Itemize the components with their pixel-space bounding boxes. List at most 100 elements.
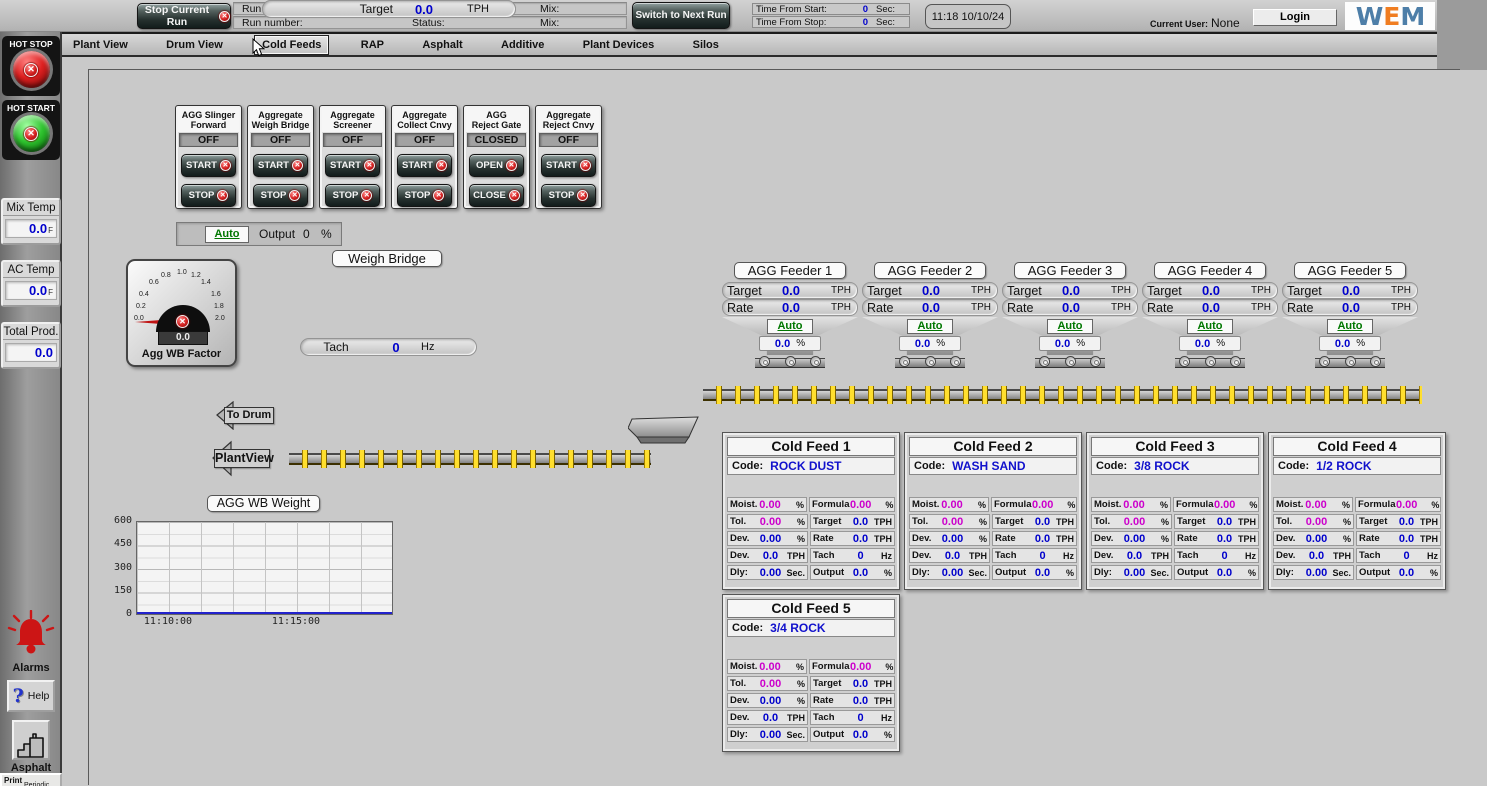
equipment-title: AGG Reject Gate <box>466 108 527 132</box>
mix-label: Mix: <box>540 3 626 15</box>
cold-feed-panel: Cold Feed 2 Code: WASH SAND Moist.0.00% … <box>904 432 1082 590</box>
tab-strip: Plant View Drum View Cold Feeds RAP Asph… <box>62 34 730 55</box>
equipment-panel-row: AGG Slinger Forward OFF START ✕ STOP ✕ A… <box>175 105 602 209</box>
tab[interactable]: Plant Devices <box>576 36 662 54</box>
equipment-stop-button[interactable]: STOP ✕ <box>541 184 596 207</box>
feeder-target-row: Target 0.0 TPH <box>862 282 998 299</box>
print-periodic-report-button[interactable]: Print Periodic Report <box>0 773 62 786</box>
feeder-rate-row: Rate 0.0 TPH <box>1142 299 1278 316</box>
equipment-start-button[interactable]: START ✕ <box>541 154 596 177</box>
equipment-title-line1: Aggregate <box>538 110 599 120</box>
equipment-stop-button[interactable]: STOP ✕ <box>181 184 236 207</box>
equipment-stop-button[interactable]: STOP ✕ <box>325 184 380 207</box>
tab[interactable]: Cold Feeds <box>254 35 329 55</box>
feeder-rate-value: 0.0 <box>909 300 953 315</box>
feeder-target-label: Target <box>1283 284 1329 298</box>
equipment-start-button[interactable]: OPEN ✕ <box>469 154 524 177</box>
main-panel-border-left <box>88 69 89 785</box>
mouse-cursor-icon <box>252 38 265 57</box>
moisture-field: Moist.0.00% <box>1273 497 1353 512</box>
feeder-auto-button[interactable]: Auto <box>767 319 813 334</box>
delay-field: Dly:0.00Sec. <box>1091 565 1172 580</box>
to-drum-link[interactable]: To Drum <box>216 401 272 435</box>
equipment-stop-label: STOP <box>549 190 575 201</box>
denied-icon: ✕ <box>24 63 38 77</box>
code-label: Code: <box>732 460 763 472</box>
tach-field: Tach0Hz <box>810 710 895 725</box>
hot-stop-pushbutton[interactable]: ✕ <box>13 51 50 88</box>
feeder-output-box: 0.0 % <box>1179 336 1241 351</box>
tab[interactable]: Asphalt <box>415 36 469 54</box>
chart-y-tick: 600 <box>102 515 132 526</box>
to-drum-label[interactable]: To Drum <box>224 407 274 424</box>
stop-current-run-button[interactable]: Stop Current Run ✕ <box>137 3 231 29</box>
denied-icon: ✕ <box>577 190 588 201</box>
feeder-rate-label: Rate <box>723 301 769 315</box>
tab[interactable]: RAP <box>354 36 391 54</box>
feeder-belt-rollers <box>755 356 825 368</box>
wb-row-label: Target <box>263 2 393 16</box>
time-label: Time From Stop: <box>756 17 838 28</box>
equipment-title-line2: Reject Gate <box>466 120 527 130</box>
gauge-tick: 2.0 <box>215 315 225 322</box>
ac-temp-panel: AC Temp 0.0F <box>1 260 61 307</box>
help-button[interactable]: ? Help <box>7 680 55 712</box>
code-value: ROCK DUST <box>770 459 841 473</box>
cold-feed-data-rows: Moist.0.00% Formula0.00% Tol.0.00% Targe… <box>905 497 1081 580</box>
agg-wb-weight-chart <box>136 521 393 615</box>
stop-current-run-label: Stop Current Run <box>138 4 216 28</box>
feeder-target-unit: TPH <box>1093 285 1137 296</box>
feeder-output-value: 0.0 <box>915 338 930 350</box>
tab[interactable]: Plant View <box>66 36 135 54</box>
switch-run-label: Switch to Next Run <box>635 10 726 21</box>
equipment-start-button[interactable]: START ✕ <box>253 154 308 177</box>
feeder-auto-button[interactable]: Auto <box>1327 319 1373 334</box>
feeder-rate-label: Rate <box>863 301 909 315</box>
tab[interactable]: Silos <box>686 36 726 54</box>
wb-row-unit: TPH <box>455 3 515 15</box>
equipment-stop-button[interactable]: STOP ✕ <box>253 184 308 207</box>
feeder-rate-row: Rate 0.0 TPH <box>1282 299 1418 316</box>
feeder-title: AGG Feeder 2 <box>874 262 986 279</box>
hot-stop-button[interactable]: HOT STOP ✕ <box>2 36 60 96</box>
feeder-belt-rollers <box>1175 356 1245 368</box>
feeder-auto-button[interactable]: Auto <box>907 319 953 334</box>
login-button[interactable]: Login <box>1253 9 1337 26</box>
asphalt-plant-button[interactable] <box>12 720 50 760</box>
total-prod-label: Total Prod. <box>3 324 59 340</box>
hot-start-button[interactable]: HOT START ✕ <box>2 100 60 160</box>
equipment-stop-label: STOP <box>333 190 359 201</box>
equipment-start-button[interactable]: START ✕ <box>325 154 380 177</box>
code-value: 1/2 ROCK <box>1316 459 1371 473</box>
feeder-title: AGG Feeder 5 <box>1294 262 1406 279</box>
plant-view-label[interactable]: PlantView <box>214 449 270 468</box>
time-unit: Sec: <box>876 4 895 15</box>
switch-to-next-run-button[interactable]: Switch to Next Run <box>632 2 730 29</box>
equipment-stop-button[interactable]: CLOSE ✕ <box>469 184 524 207</box>
feeder-rate-unit: TPH <box>1093 302 1137 313</box>
equipment-start-button[interactable]: START ✕ <box>181 154 236 177</box>
alarms-button[interactable]: Alarms <box>0 610 62 674</box>
feeder-title: AGG Feeder 3 <box>1014 262 1126 279</box>
gauge-tick: 0.0 <box>134 315 144 322</box>
tab[interactable]: Drum View <box>159 36 230 54</box>
plant-view-link[interactable]: PlantView <box>212 440 270 482</box>
tolerance-field: Tol.0.00% <box>909 514 990 529</box>
equipment-start-button[interactable]: START ✕ <box>397 154 452 177</box>
feeder-auto-button[interactable]: Auto <box>1047 319 1093 334</box>
equipment-stop-button[interactable]: STOP ✕ <box>397 184 452 207</box>
feeder-rate-value: 0.0 <box>1049 300 1093 315</box>
slinger-auto-button[interactable]: Auto <box>205 226 249 243</box>
output-field: Output0.0% <box>810 727 895 742</box>
tab[interactable]: Additive <box>494 36 551 54</box>
hot-start-pushbutton[interactable]: ✕ <box>13 115 50 152</box>
feeder-auto-button[interactable]: Auto <box>1187 319 1233 334</box>
target-field: Target0.0TPH <box>810 676 895 691</box>
feeder-rate-unit: TPH <box>813 302 857 313</box>
target-field: Target0.0TPH <box>992 514 1077 529</box>
feeder-output-value: 0.0 <box>775 338 790 350</box>
feeder-target-row: Target 0.0 TPH <box>1142 282 1278 299</box>
formula-field: Formula0.00% <box>1173 497 1259 512</box>
slinger-output-box: Auto Output 0 % <box>176 222 342 246</box>
current-user-value: None <box>1211 16 1240 30</box>
